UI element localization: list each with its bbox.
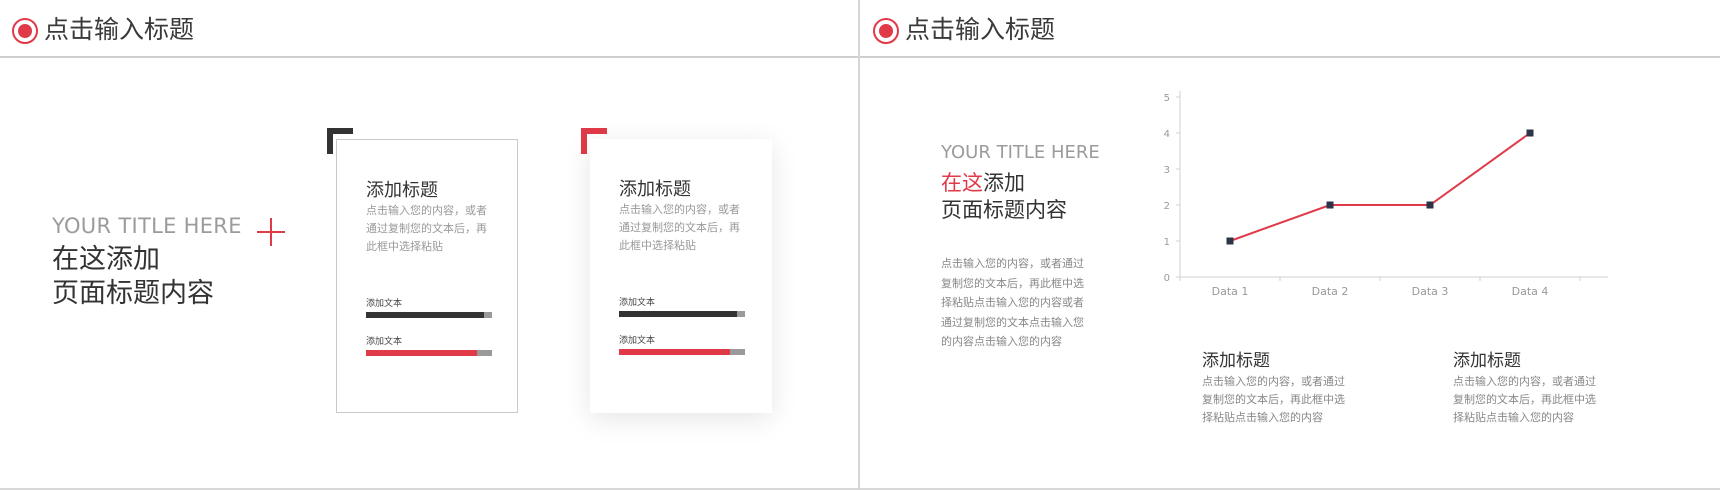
x-tick-label: Data 1 xyxy=(1212,285,1249,298)
progress-bar xyxy=(366,312,492,318)
progress-bar xyxy=(619,311,745,317)
header-title[interactable]: 点击输入标题 xyxy=(44,12,194,48)
y-tick-label: 1 xyxy=(1164,237,1170,248)
bar-label: 添加文本 xyxy=(619,336,656,346)
item-text[interactable]: 点击输入您的内容，或者通过复制您的文本后，再此框中选择粘贴点击输入您的内容 xyxy=(1453,373,1605,427)
progress-bar xyxy=(366,350,492,356)
header-title[interactable]: 点击输入标题 xyxy=(905,12,1055,48)
y-tick-label: 4 xyxy=(1164,129,1170,140)
info-card: 添加标题 点击输入您的内容，或者通过复制您的文本后，再此框中选择粘贴 添加文本 … xyxy=(336,139,518,413)
progress-bar-fill xyxy=(366,312,485,318)
bar-label: 添加文本 xyxy=(619,298,656,308)
item-text[interactable]: 点击输入您的内容，或者通过复制您的文本后，再此框中选择粘贴点击输入您的内容 xyxy=(1202,373,1354,427)
card-title[interactable]: 添加标题 xyxy=(619,175,691,201)
y-tick-label: 3 xyxy=(1164,165,1170,176)
info-card: 添加标题 点击输入您的内容，或者通过复制您的文本后，再此框中选择粘贴 添加文本 … xyxy=(590,139,772,413)
presentation-stage: 点击输入标题 YOUR TITLE HERE 在这添加 页面标题内容 添加标题 … xyxy=(0,0,1720,490)
body-text[interactable]: 点击输入您的内容，或者通过复制您的文本后，再此框中选择粘贴点击输入您的内容或者通… xyxy=(941,254,1093,352)
card-text[interactable]: 点击输入您的内容，或者通过复制您的文本后，再此框中选择粘贴 xyxy=(619,201,749,255)
data-point xyxy=(1426,201,1434,209)
slide-left: 点击输入标题 YOUR TITLE HERE 在这添加 页面标题内容 添加标题 … xyxy=(0,0,858,490)
chinese-title-line1[interactable]: 在这添加 xyxy=(52,243,160,277)
plus-icon xyxy=(257,218,285,246)
title-rest-text: 添加 xyxy=(983,171,1025,195)
y-tick-label: 2 xyxy=(1164,201,1170,212)
card-title[interactable]: 添加标题 xyxy=(366,176,438,202)
record-dot-icon xyxy=(12,18,38,44)
y-tick-label: 0 xyxy=(1164,273,1170,284)
bar-label: 添加文本 xyxy=(366,337,403,347)
title-accent-text: 在这 xyxy=(941,171,983,195)
data-point xyxy=(1326,201,1334,209)
data-point xyxy=(1226,237,1234,245)
slide-right: 点击输入标题 YOUR TITLE HERE 在这添加 页面标题内容 点击输入您… xyxy=(860,0,1720,490)
bar-label: 添加文本 xyxy=(366,299,403,309)
item-title[interactable]: 添加标题 xyxy=(1453,346,1521,371)
record-dot-icon xyxy=(873,18,899,44)
chinese-title-line2[interactable]: 页面标题内容 xyxy=(52,277,214,311)
card-text[interactable]: 点击输入您的内容，或者通过复制您的文本后，再此框中选择粘贴 xyxy=(366,202,496,256)
y-tick-label: 5 xyxy=(1164,93,1170,104)
progress-bar-fill xyxy=(619,311,738,317)
progress-bar-fill xyxy=(619,349,730,355)
slide-header: 点击输入标题 xyxy=(0,0,858,58)
english-title[interactable]: YOUR TITLE HERE xyxy=(941,142,1100,163)
item-title[interactable]: 添加标题 xyxy=(1202,346,1270,371)
x-tick-label: Data 2 xyxy=(1312,285,1349,298)
slide-header: 点击输入标题 xyxy=(860,0,1720,58)
line-chart: 0 1 2 3 4 5 Data 1 Data 2 Data 3 Data 4 xyxy=(1164,91,1608,298)
chinese-title-line2[interactable]: 页面标题内容 xyxy=(941,197,1067,224)
progress-bar-fill xyxy=(366,350,477,356)
x-tick-label: Data 4 xyxy=(1512,285,1549,298)
english-title[interactable]: YOUR TITLE HERE xyxy=(52,214,242,238)
x-tick-label: Data 3 xyxy=(1412,285,1449,298)
chinese-title-line1[interactable]: 在这添加 xyxy=(941,170,1025,197)
series-line xyxy=(1229,132,1531,242)
data-point xyxy=(1526,129,1534,137)
progress-bar xyxy=(619,349,745,355)
